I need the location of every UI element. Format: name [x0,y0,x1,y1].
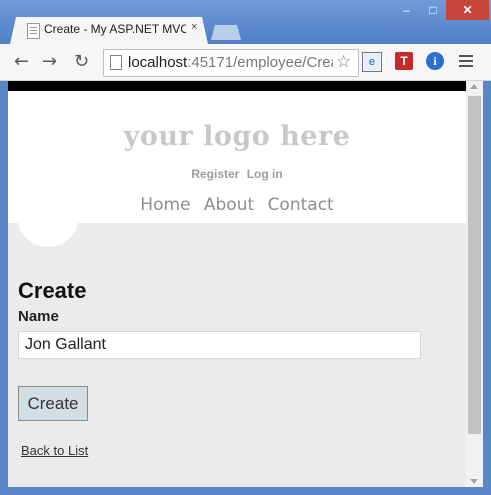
name-input[interactable] [18,331,421,359]
tab-title: Create - My ASP.NET MVC Application [44,22,186,36]
register-link[interactable]: Register [191,167,239,181]
back-to-list-link[interactable]: Back to List [21,443,88,458]
site-header: your logo here Register Log in Home Abou… [8,91,466,223]
decorative-circle [18,191,78,247]
bookmark-star-icon[interactable]: ☆ [336,52,351,72]
info-extension-icon[interactable]: i [426,52,444,70]
login-link[interactable]: Log in [247,167,283,181]
maximize-button[interactable]: □ [420,0,446,20]
t-extension-icon[interactable]: T [395,52,413,70]
scroll-down-arrow-icon[interactable] [470,479,478,484]
page-favicon-icon [27,23,40,39]
name-label: Name [18,308,59,325]
new-tab-button[interactable] [211,25,241,40]
page-viewport: your logo here Register Log in Home Abou… [8,81,466,487]
tab-create[interactable]: Create - My ASP.NET MVC Application × [10,17,208,44]
site-logo[interactable]: your logo here [8,121,466,152]
close-window-button[interactable]: ✕ [446,0,489,20]
top-black-bar [8,81,466,91]
forward-arrow-icon[interactable]: → [42,52,57,72]
browser-window: Create - My ASP.NET MVC Application × – … [0,0,491,495]
url-text[interactable]: localhost:45171/employee/Create [128,54,333,71]
title-bar: Create - My ASP.NET MVC Application × – … [0,0,491,44]
tab-close-icon[interactable]: × [191,21,197,33]
page-title: Create [18,278,87,303]
menu-hamburger-icon[interactable] [459,52,473,70]
scroll-thumb[interactable] [468,96,481,434]
back-arrow-icon[interactable]: ← [14,52,29,72]
nav-contact[interactable]: Contact [268,195,334,215]
address-bar[interactable]: localhost:45171/employee/Create ☆ [103,49,359,77]
ie-tab-extension-icon[interactable]: e [362,52,382,72]
nav-home[interactable]: Home [140,195,190,215]
nav-about[interactable]: About [204,195,254,215]
reload-icon[interactable]: ↻ [74,52,89,72]
create-button[interactable]: Create [18,386,88,421]
vertical-scrollbar[interactable] [466,81,483,487]
browser-toolbar: ← → ↻ localhost:45171/employee/Create ☆ … [0,44,491,81]
page-icon [110,55,122,70]
scroll-up-arrow-icon[interactable] [470,84,478,89]
url-host: localhost [128,54,188,71]
login-links: Register Log in [8,167,466,181]
url-path: :45171/employee/Create [187,54,333,71]
minimize-button[interactable]: – [393,0,420,20]
